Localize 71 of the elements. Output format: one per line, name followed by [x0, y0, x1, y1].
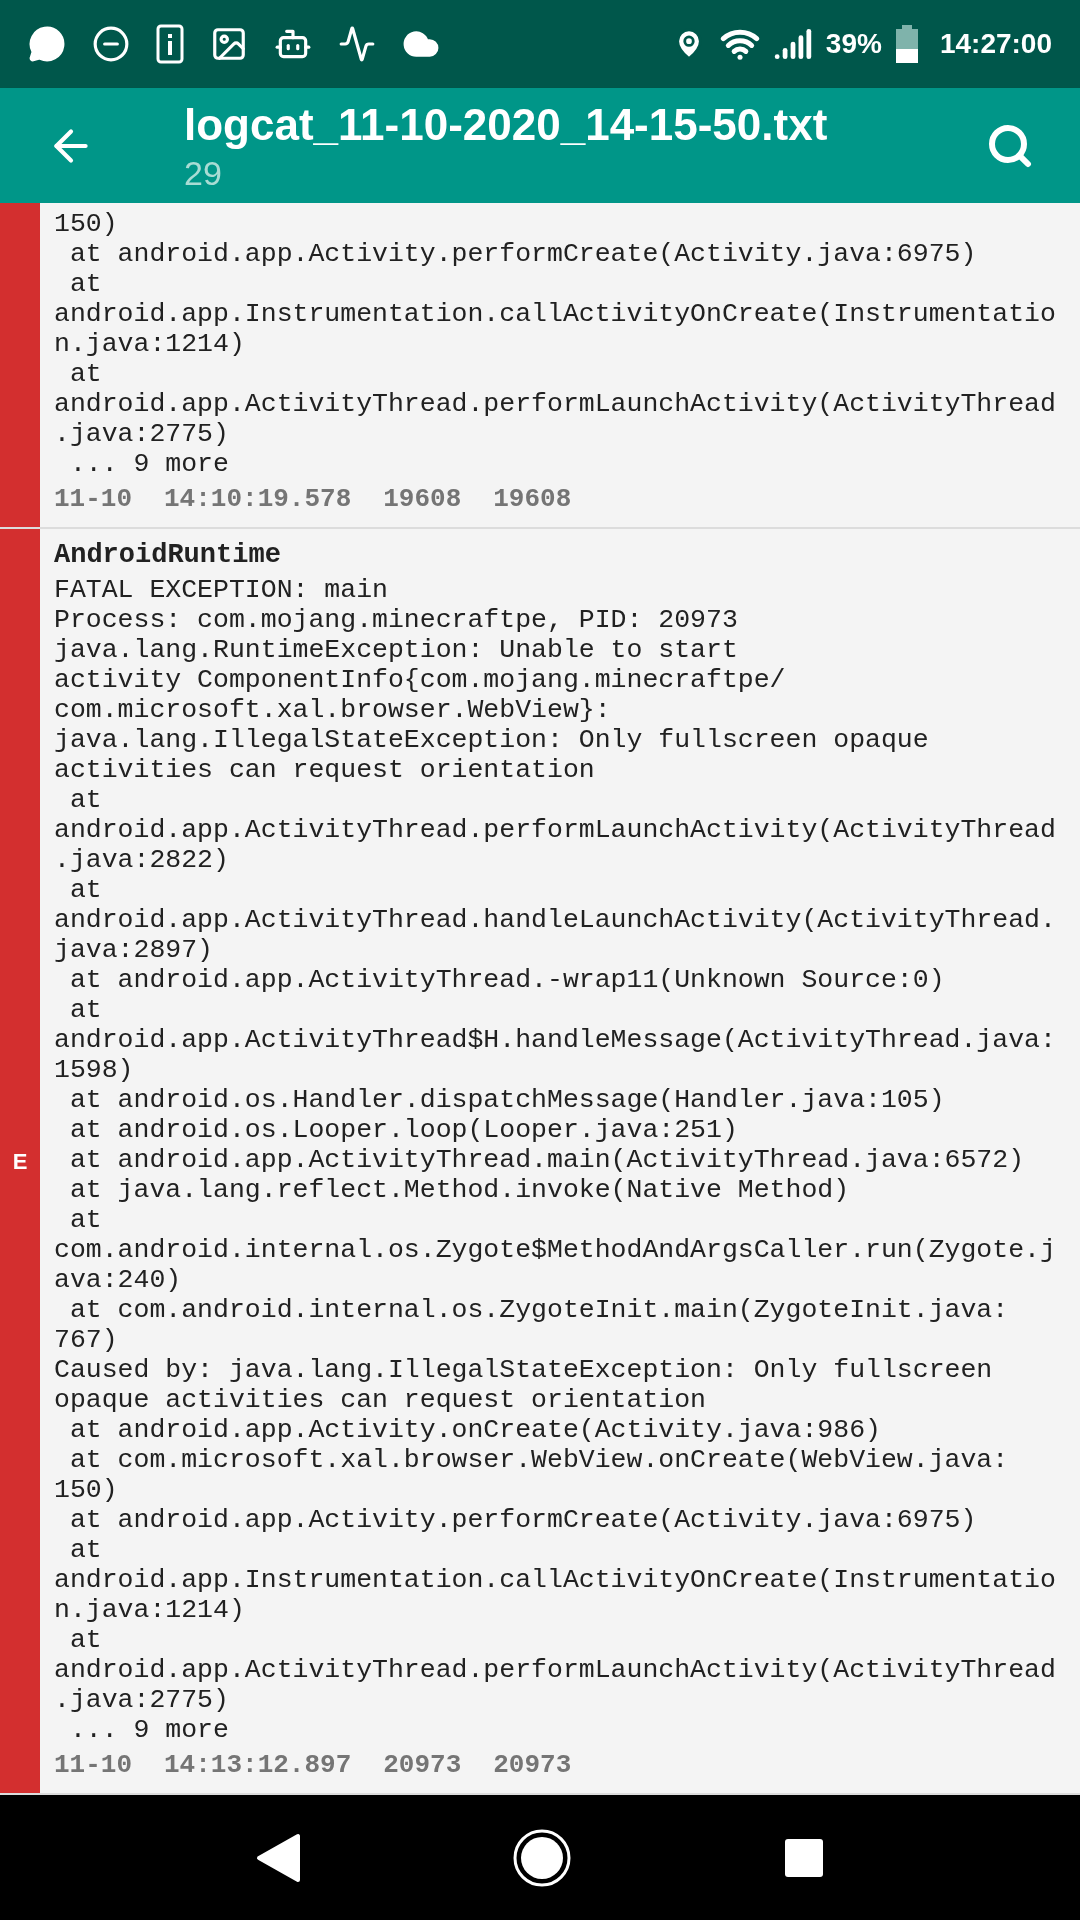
- log-line: com.microsoft.xal.browser.WebView}:: [54, 695, 612, 725]
- battery-percent: 39%: [825, 27, 882, 61]
- file-title: logcat_11-10-2020_14-15-50.txt: [184, 98, 829, 151]
- log-line: at: [68, 995, 103, 1025]
- log-time: 14:10:19.578: [164, 483, 352, 516]
- log-line: android.app.ActivityThread.performLaunchActivity(ActivityThread: [54, 389, 1056, 419]
- log-line: com.android.internal.os.Zygote$MethodAndArgsCaller.run(Zygote.j: [54, 1235, 1056, 1265]
- log-line: ... 9 more: [68, 449, 230, 479]
- log-line: android.app.Instrumentation.callActivityOnCreate(Instrumentatio: [54, 1565, 1056, 1595]
- log-line: at: [68, 359, 103, 389]
- log-tag: AndroidRuntime: [54, 537, 1056, 573]
- thread-id: 20973: [493, 1749, 572, 1782]
- log-line: .java:2822): [54, 845, 230, 875]
- log-line: at android.app.Activity.performCreate(Activity.java:6975): [68, 1505, 978, 1535]
- log-line: android.app.Instrumentation.callActivityOnCreate(Instrumentatio: [54, 299, 1056, 329]
- image-icon: [210, 25, 248, 63]
- log-line: .java:2775): [54, 419, 230, 449]
- log-time: 14:13:12.897: [164, 1749, 352, 1782]
- log-line: at android.os.Handler.dispatchMessage(Handler.java:105): [68, 1085, 946, 1115]
- log-line: 150): [54, 1475, 119, 1505]
- log-line: Process: com.mojang.minecraftpe, PID: 20973: [54, 605, 739, 635]
- log-line: at: [68, 1205, 103, 1235]
- home-circle-icon[interactable]: [512, 1827, 572, 1888]
- recents-square-icon[interactable]: [784, 1837, 824, 1878]
- process-id: 19608: [383, 483, 462, 516]
- log-line: Caused by: java.lang.IllegalStateException: Only fullscreen: [54, 1355, 994, 1385]
- log-line: activities can request orientation: [54, 755, 596, 785]
- do-not-disturb-icon: [92, 25, 130, 63]
- log-line: at com.android.internal.os.ZygoteInit.main(ZygoteInit.java:: [68, 1295, 1010, 1325]
- log-line: 767): [54, 1325, 119, 1355]
- log-line: java.lang.IllegalStateException: Only fullscreen opaque: [54, 725, 930, 755]
- log-line: 150): [54, 209, 119, 239]
- log-line: at android.app.ActivityThread.-wrap11(Unknown Source:0): [68, 965, 946, 995]
- log-line: opaque activities can request orientation: [54, 1385, 707, 1415]
- log-line: at android.app.Activity.onCreate(Activity.java:986): [68, 1415, 882, 1445]
- log-line: at: [68, 875, 103, 905]
- log-line: at: [68, 1625, 103, 1655]
- chat-bubble-icon: [28, 25, 66, 63]
- log-line: java:2897): [54, 935, 215, 965]
- level-letter: E: [12, 1147, 28, 1176]
- log-date: 11-10: [54, 483, 132, 516]
- log-line: .java:2775): [54, 1685, 230, 1715]
- log-line: ava:240): [54, 1265, 183, 1295]
- log-line: android.app.ActivityThread.performLaunchActivity(ActivityThread: [54, 815, 1056, 845]
- pulse-icon: [338, 25, 376, 63]
- log-line: FATAL EXCEPTION: main: [54, 575, 389, 605]
- entry-count: 29: [184, 152, 223, 194]
- back-triangle-icon[interactable]: [256, 1832, 300, 1883]
- log-line: android.app.ActivityThread$H.handleMessage(ActivityThread.java:: [54, 1025, 1056, 1055]
- log-line: at android.app.ActivityThread.main(ActivityThread.java:6572): [68, 1145, 1026, 1175]
- log-line: activity ComponentInfo{com.mojang.minecraftpe/: [54, 665, 787, 695]
- thread-id: 19608: [493, 483, 572, 516]
- clock: 14:27:00: [939, 27, 1052, 61]
- log-line: at: [68, 785, 103, 815]
- process-id: 20973: [383, 1749, 462, 1782]
- log-line: at java.lang.reflect.Method.invoke(Native Method): [68, 1175, 851, 1205]
- log-line: java.lang.RuntimeException: Unable to start: [54, 635, 739, 665]
- phone-info-icon: [156, 24, 184, 64]
- log-line: ... 9 more: [68, 1715, 230, 1745]
- log-date: 11-10: [54, 1749, 132, 1782]
- battery-icon: [895, 25, 918, 63]
- log-line: at: [68, 1535, 103, 1565]
- log-line: n.java:1214): [54, 329, 246, 359]
- log-line: at com.microsoft.xal.browser.WebView.onCreate(WebView.java:: [68, 1445, 1010, 1475]
- log-line: android.app.ActivityThread.handleLaunchActivity(ActivityThread.: [54, 905, 1056, 935]
- log-line: at android.app.Activity.performCreate(Activity.java:6975): [68, 239, 978, 269]
- log-line: at android.os.Looper.loop(Looper.java:251): [68, 1115, 739, 1145]
- log-line: android.app.ActivityThread.performLaunchActivity(ActivityThread: [54, 1655, 1056, 1685]
- log-line: n.java:1214): [54, 1595, 246, 1625]
- log-line: at: [68, 269, 103, 299]
- log-line: 1598): [54, 1055, 135, 1085]
